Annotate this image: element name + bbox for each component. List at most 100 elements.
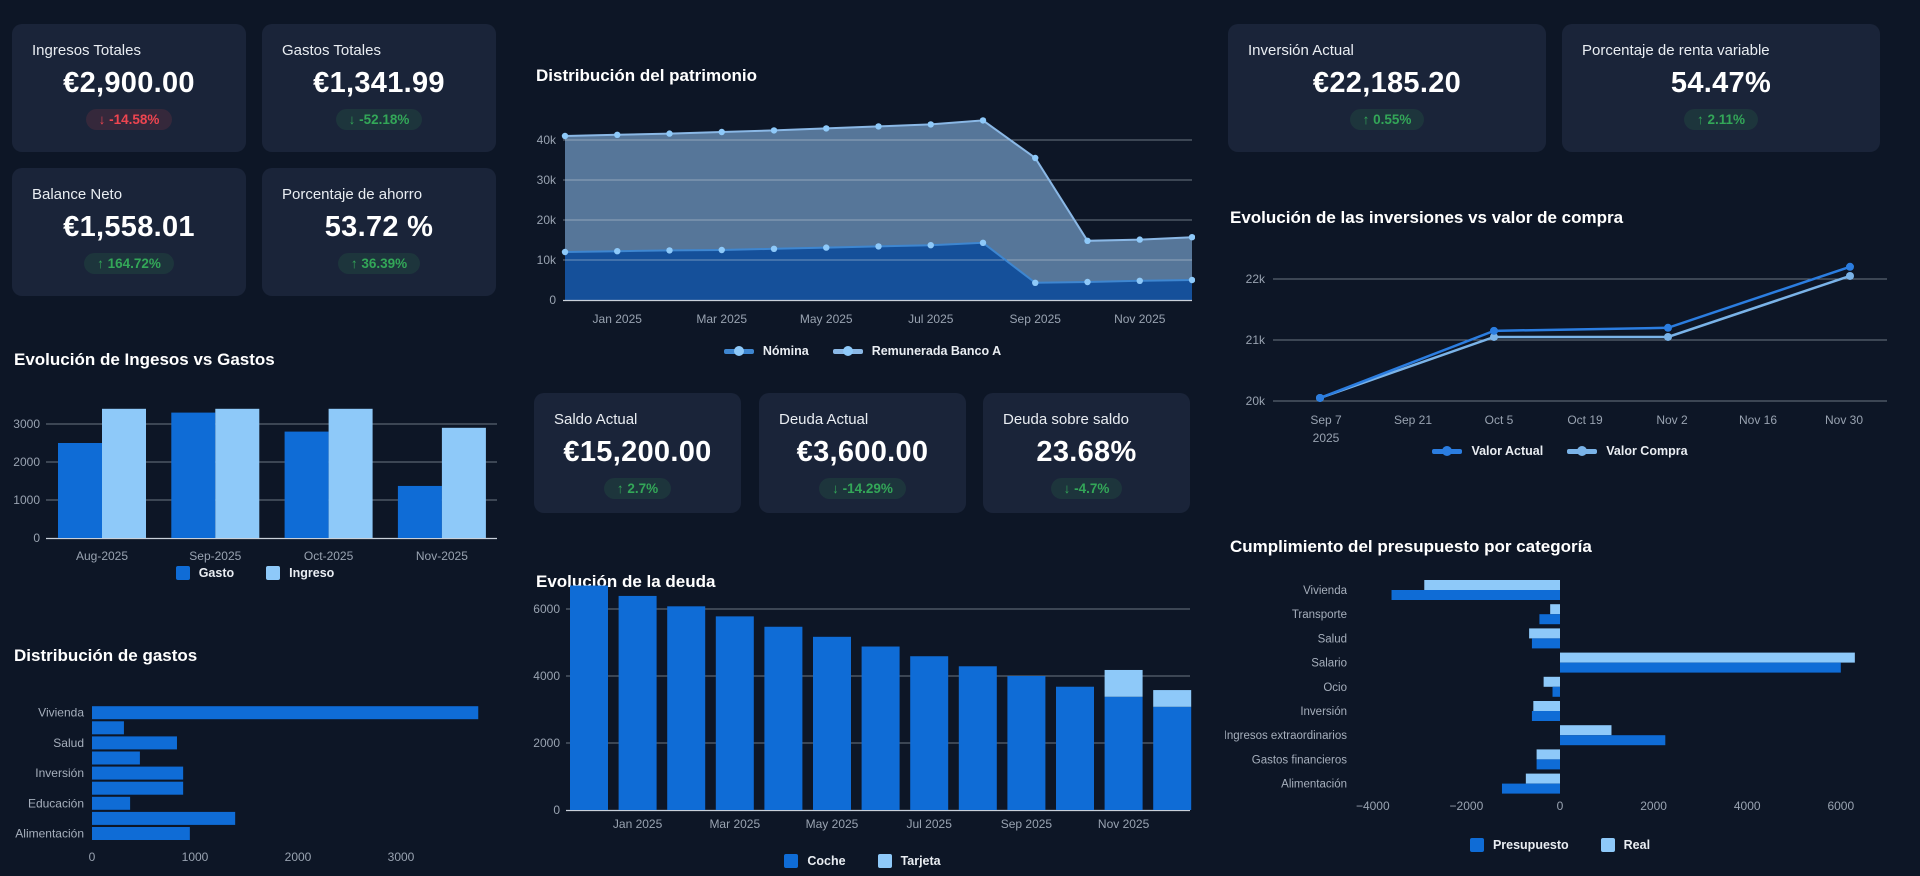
ingreso-swatch — [266, 566, 281, 580]
finance-dashboard: Ingresos Totales €2,900.00 ↓ -14.58% Gas… — [0, 0, 1920, 876]
kpi-card-deuda-sobre-saldo: Deuda sobre saldo 23.68% ↓ -4.7% — [983, 393, 1190, 513]
legend-item-valor-compra[interactable]: Valor Compra — [1567, 444, 1688, 458]
svg-text:0: 0 — [1557, 799, 1564, 813]
svg-text:Oct-2025: Oct-2025 — [304, 549, 354, 563]
svg-text:Mar 2025: Mar 2025 — [709, 817, 760, 831]
svg-text:Sep 2025: Sep 2025 — [1001, 817, 1053, 831]
remunerada-dot-icon — [842, 346, 853, 356]
svg-text:0: 0 — [89, 850, 96, 864]
legend-ingresos-gastos: Gasto Ingreso — [10, 566, 500, 580]
svg-text:Salud: Salud — [53, 736, 84, 750]
legend-label: Gasto — [198, 566, 235, 580]
svg-text:Oct 5: Oct 5 — [1485, 413, 1514, 427]
ingresos-gastos-bar-chart[interactable]: 0 1000 2000 3000 Aug-2025 Sep-2025 Oct-2025 Nov… — [10, 402, 500, 572]
kpi-label: Saldo Actual — [554, 411, 638, 428]
nomina-line-swatch — [723, 346, 754, 356]
legend-item-gasto[interactable]: Gasto — [175, 566, 235, 580]
legend-label: Real — [1623, 838, 1651, 852]
valor-actual-line-swatch — [1432, 446, 1463, 456]
kpi-value: €22,185.20 — [1312, 67, 1462, 99]
svg-text:Sep 21: Sep 21 — [1394, 413, 1432, 427]
kpi-value: 23.68% — [1036, 436, 1137, 468]
kpi-value: 53.72 % — [324, 211, 434, 243]
distribucion-gastos-hbar-chart[interactable]: Vivienda Salud Inversión Educación Alimentac… — [10, 690, 500, 872]
chart-title-presupuesto: Cumplimiento del presupuesto por categor… — [1230, 537, 1592, 556]
svg-text:30k: 30k — [537, 173, 557, 187]
legend-inversiones: Valor Actual Valor Compra — [1225, 444, 1895, 458]
svg-text:0: 0 — [33, 531, 40, 545]
legend-patrimonio: Nómina Remunerada Banco A — [530, 344, 1195, 358]
kpi-delta-badge: ↓ -14.58% — [85, 109, 173, 130]
legend-item-ingreso[interactable]: Ingreso — [266, 566, 334, 580]
kpi-delta-badge: ↑ 2.7% — [603, 478, 672, 499]
legend-label: Tarjeta — [900, 854, 941, 868]
legend-item-nomina[interactable]: Nómina — [723, 344, 809, 358]
legend-label: Presupuesto — [1492, 838, 1569, 852]
svg-text:2025: 2025 — [1313, 431, 1340, 445]
svg-text:Oct 19: Oct 19 — [1567, 413, 1603, 427]
svg-text:Jul 2025: Jul 2025 — [907, 817, 953, 831]
svg-text:−4000: −4000 — [1356, 799, 1390, 813]
svg-text:Nov-2025: Nov-2025 — [416, 549, 468, 563]
svg-text:Nov 2025: Nov 2025 — [1098, 817, 1150, 831]
legend-presupuesto: Presupuesto Real — [1225, 838, 1895, 852]
kpi-value: €2,900.00 — [63, 67, 195, 99]
svg-text:1000: 1000 — [182, 850, 209, 864]
patrimonio-area-chart[interactable]: 0 10k 20k 30k 40k Jan 2025 Mar 2025 May 2025 Jul… — [530, 95, 1195, 335]
svg-text:Vivienda: Vivienda — [38, 706, 84, 720]
svg-text:Gastos financieros: Gastos financieros — [1252, 754, 1347, 766]
kpi-card-gastos-totales: Gastos Totales €1,341.99 ↓ -52.18% — [262, 24, 496, 152]
svg-text:2000: 2000 — [285, 850, 312, 864]
svg-text:Salud: Salud — [1318, 633, 1347, 645]
kpi-delta-badge: ↑ 0.55% — [1349, 109, 1425, 130]
legend-label: Nómina — [762, 344, 809, 358]
svg-text:Sep 7: Sep 7 — [1310, 413, 1342, 427]
gasto-swatch — [175, 566, 190, 580]
svg-text:Sep-2025: Sep-2025 — [189, 549, 241, 563]
presupuesto-swatch — [1469, 838, 1484, 852]
svg-text:40k: 40k — [537, 133, 557, 147]
deuda-stacked-bar-chart[interactable]: 0 2000 4000 6000 Jan 2025 Mar 2025 May 2025 Jul… — [530, 583, 1195, 835]
legend-item-real[interactable]: Real — [1600, 838, 1651, 852]
svg-text:May 2025: May 2025 — [800, 312, 853, 326]
kpi-value: €1,558.01 — [63, 211, 195, 243]
legend-item-remunerada[interactable]: Remunerada Banco A — [832, 344, 1001, 358]
svg-text:Alimentación: Alimentación — [1281, 779, 1347, 791]
presupuesto-grouped-hbar-chart[interactable]: Vivienda Transporte Salud Salario Ocio Invers… — [1225, 562, 1895, 818]
svg-text:4000: 4000 — [1734, 799, 1761, 813]
svg-text:20k: 20k — [1246, 394, 1266, 408]
kpi-card-porcentaje-ahorro: Porcentaje de ahorro 53.72 % ↑ 36.39% — [262, 168, 496, 296]
kpi-label: Ingresos Totales — [32, 42, 141, 59]
svg-text:1000: 1000 — [13, 493, 40, 507]
svg-text:10k: 10k — [537, 253, 557, 267]
legend-item-presupuesto[interactable]: Presupuesto — [1469, 838, 1569, 852]
svg-text:6000: 6000 — [1827, 799, 1854, 813]
valor-compra-dot-icon — [1577, 446, 1588, 456]
svg-text:Salario: Salario — [1311, 658, 1347, 670]
kpi-delta-badge: ↓ -52.18% — [335, 109, 423, 130]
svg-text:Nov 16: Nov 16 — [1739, 413, 1777, 427]
svg-text:Ocio: Ocio — [1323, 682, 1347, 694]
kpi-value: €1,341.99 — [313, 67, 445, 99]
chart-title-patrimonio: Distribución del patrimonio — [536, 66, 758, 85]
nomina-dot-icon — [733, 346, 744, 356]
chart-title-distribucion-gastos: Distribución de gastos — [14, 646, 198, 665]
legend-item-tarjeta[interactable]: Tarjeta — [877, 854, 941, 868]
legend-item-valor-actual[interactable]: Valor Actual — [1432, 444, 1543, 458]
svg-text:Jan 2025: Jan 2025 — [613, 817, 663, 831]
kpi-card-saldo-actual: Saldo Actual €15,200.00 ↑ 2.7% — [534, 393, 741, 513]
svg-text:3000: 3000 — [388, 850, 415, 864]
svg-text:Sep 2025: Sep 2025 — [1010, 312, 1062, 326]
kpi-value: €15,200.00 — [563, 436, 712, 468]
valor-actual-dot-icon — [1442, 446, 1453, 456]
kpi-card-ingresos-totales: Ingresos Totales €2,900.00 ↓ -14.58% — [12, 24, 246, 152]
kpi-label: Deuda Actual — [779, 411, 869, 428]
svg-text:Aug-2025: Aug-2025 — [76, 549, 128, 563]
svg-text:3000: 3000 — [13, 417, 40, 431]
kpi-card-deuda-actual: Deuda Actual €3,600.00 ↓ -14.29% — [759, 393, 966, 513]
remunerada-line-swatch — [832, 346, 863, 356]
inversiones-line-chart[interactable]: 20k 21k 22k Sep 7 Sep 21 Oct 5 Oct 19 Nov 2 Nov … — [1225, 243, 1895, 448]
legend-deuda: Coche Tarjeta — [530, 854, 1195, 868]
svg-text:−2000: −2000 — [1450, 799, 1484, 813]
legend-item-coche[interactable]: Coche — [784, 854, 846, 868]
